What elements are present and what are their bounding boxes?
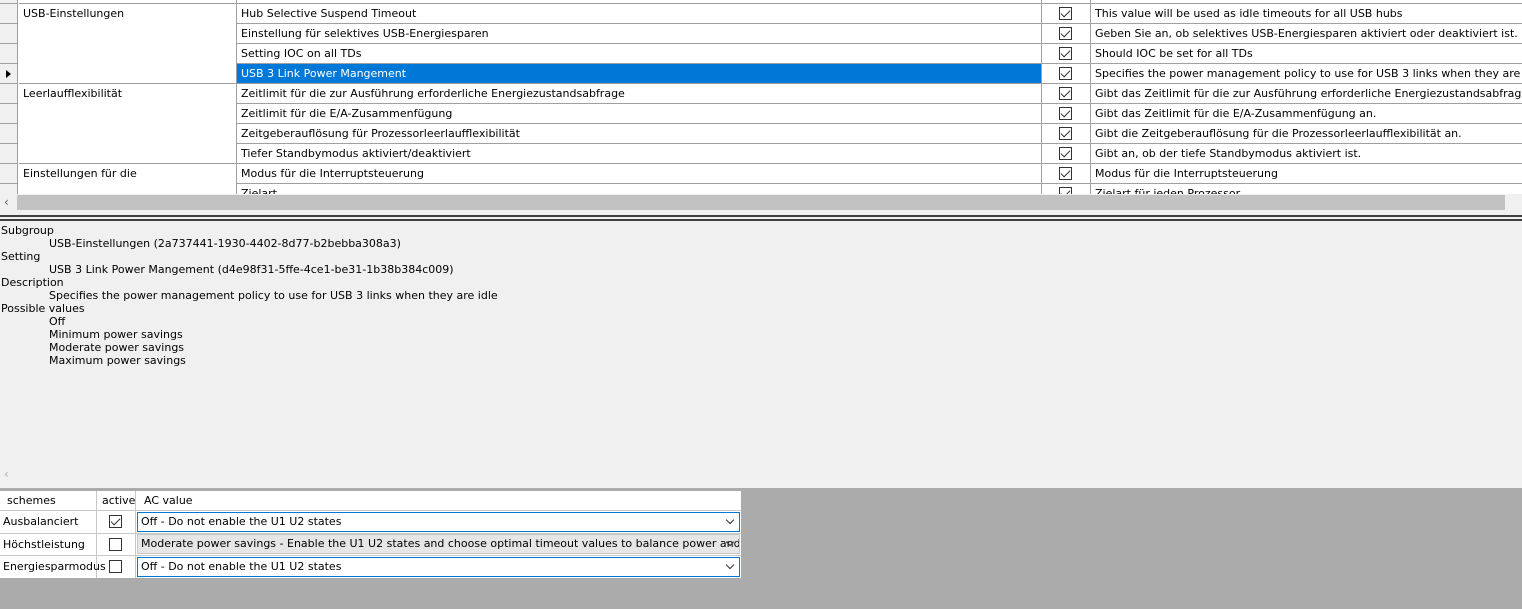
- row-header[interactable]: [0, 144, 18, 164]
- setting-checkbox[interactable]: [1059, 47, 1072, 60]
- column-header-ac-value[interactable]: AC value: [144, 491, 193, 510]
- scrollbar-thumb[interactable]: [17, 195, 1505, 210]
- details-scrollbar[interactable]: ‹: [0, 467, 1522, 485]
- row-header[interactable]: [0, 44, 18, 64]
- setting-cell[interactable]: Zielart: [237, 184, 1041, 194]
- description-cell[interactable]: Geben Sie an, ob selektives USB-Energies…: [1091, 24, 1522, 44]
- ac-value-dropdown[interactable]: Moderate power savings - Enable the U1 U…: [137, 534, 740, 554]
- subgroup-label: Subgroup: [1, 224, 54, 237]
- setting-cell-selected[interactable]: USB 3 Link Power Mangement: [237, 64, 1041, 83]
- current-row-arrow-icon: [6, 70, 11, 78]
- description-cell[interactable]: Gibt das Zeitlimit für die E/A-Zusammenf…: [1091, 104, 1522, 124]
- panel-splitter[interactable]: [0, 219, 1522, 221]
- ac-value-text: Moderate power savings - Enable the U1 U…: [141, 537, 740, 550]
- description-value: Specifies the power management policy to…: [49, 289, 498, 302]
- ac-value-dropdown[interactable]: Off - Do not enable the U1 U2 states: [137, 557, 740, 577]
- group-usb-settings[interactable]: USB-Einstellungen: [19, 0, 236, 28]
- scheme-name: Energiesparmodus: [3, 560, 106, 573]
- scroll-left-icon[interactable]: ‹: [4, 467, 9, 481]
- details-panel: Subgroup USB-Einstellungen (2a737441-193…: [0, 222, 1522, 467]
- group-idle-flexibility[interactable]: Leerlaufflexibilität: [19, 80, 236, 108]
- row-header[interactable]: [0, 104, 18, 124]
- possible-values-label: Possible values: [1, 302, 85, 315]
- column-header-schemes[interactable]: schemes: [7, 491, 56, 510]
- schemes-area: schemes active AC value Ausbalanciert Of…: [0, 488, 1522, 609]
- ac-value-text: Off - Do not enable the U1 U2 states: [141, 560, 342, 573]
- row-header[interactable]: [0, 124, 18, 144]
- row-header[interactable]: [0, 24, 18, 44]
- settings-grid: USB-Einstellungen Leerlaufflexibilität E…: [0, 0, 1522, 194]
- chevron-down-icon[interactable]: [725, 560, 735, 570]
- description-cell[interactable]: Zielart für jeden Prozessor: [1091, 184, 1522, 194]
- setting-checkbox[interactable]: [1059, 167, 1072, 180]
- panel-splitter[interactable]: [0, 215, 1522, 217]
- scheme-row[interactable]: Höchstleistung Moderate power savings - …: [0, 534, 741, 556]
- ac-value-text: Off - Do not enable the U1 U2 states: [141, 515, 342, 528]
- chevron-down-icon[interactable]: [725, 515, 735, 525]
- setting-cell[interactable]: Zeitgeberauflösung für Prozessorleerlauf…: [237, 124, 1041, 144]
- setting-cell[interactable]: Modus für die Interruptsteuerung: [237, 164, 1041, 184]
- scheme-row[interactable]: Ausbalanciert Off - Do not enable the U1…: [0, 511, 741, 533]
- setting-cell[interactable]: Zeitlimit für die E/A-Zusammenfügung: [237, 104, 1041, 124]
- description-label: Description: [1, 276, 64, 289]
- description-cell[interactable]: Gibt das Zeitlimit für die zur Ausführun…: [1091, 84, 1522, 104]
- setting-checkbox[interactable]: [1059, 127, 1072, 140]
- scheme-active-checkbox[interactable]: [109, 538, 122, 551]
- possible-value: Maximum power savings: [49, 354, 186, 367]
- possible-value: Off: [49, 315, 66, 328]
- row-header-current[interactable]: [0, 64, 18, 84]
- scheme-name: Höchstleistung: [3, 538, 85, 551]
- description-cell[interactable]: Gibt die Zeitgeberauflösung für die Proz…: [1091, 124, 1522, 144]
- setting-cell[interactable]: Setting IOC on all TDs: [237, 44, 1041, 64]
- description-cell[interactable]: Should IOC be set for all TDs: [1091, 44, 1522, 64]
- description-cell[interactable]: Specifies the power management policy to…: [1091, 64, 1522, 84]
- setting-value: USB 3 Link Power Mangement (d4e98f31-5ff…: [49, 263, 454, 276]
- setting-cell[interactable]: Zeitlimit für die zur Ausführung erforde…: [237, 84, 1041, 104]
- row-header[interactable]: [0, 164, 18, 184]
- setting-checkbox[interactable]: [1059, 147, 1072, 160]
- setting-cell[interactable]: Tiefer Standbymodus aktiviert/deaktivier…: [237, 144, 1041, 164]
- scroll-left-icon[interactable]: ‹: [4, 195, 9, 209]
- setting-checkbox[interactable]: [1059, 27, 1072, 40]
- group-interrupt-settings[interactable]: Einstellungen für die Interruptsteuerung: [19, 160, 236, 194]
- scheme-name: Ausbalanciert: [3, 515, 79, 528]
- description-cell[interactable]: Modus für die Interruptsteuerung: [1091, 164, 1522, 184]
- setting-checkbox[interactable]: [1059, 7, 1072, 20]
- ac-value-dropdown[interactable]: Off - Do not enable the U1 U2 states: [137, 512, 740, 532]
- setting-checkbox[interactable]: [1059, 67, 1072, 80]
- possible-value: Moderate power savings: [49, 341, 185, 354]
- setting-checkbox[interactable]: [1059, 107, 1072, 120]
- row-header: [0, 0, 18, 4]
- row-header[interactable]: [0, 184, 18, 194]
- possible-value: Minimum power savings: [49, 328, 183, 341]
- setting-label: Setting: [1, 250, 41, 263]
- row-header[interactable]: [0, 84, 18, 104]
- scheme-active-checkbox[interactable]: [109, 560, 122, 573]
- column-header-active[interactable]: active: [102, 491, 135, 510]
- setting-cell[interactable]: Einstellung für selektives USB-Energiesp…: [237, 24, 1041, 44]
- scheme-row[interactable]: Energiesparmodus Off - Do not enable the…: [0, 556, 741, 578]
- setting-checkbox[interactable]: [1059, 87, 1072, 100]
- subgroup-value: USB-Einstellungen (2a737441-1930-4402-8d…: [49, 237, 401, 250]
- scheme-active-checkbox[interactable]: [109, 515, 122, 528]
- description-cell[interactable]: Gibt an, ob der tiefe Standbymodus aktiv…: [1091, 144, 1522, 164]
- row-header[interactable]: [0, 4, 18, 24]
- grid-horizontal-scrollbar[interactable]: ‹: [0, 194, 1522, 211]
- setting-checkbox[interactable]: [1059, 187, 1072, 194]
- setting-cell[interactable]: Hub Selective Suspend Timeout: [237, 4, 1041, 24]
- schemes-table: schemes active AC value Ausbalanciert Of…: [0, 491, 741, 578]
- description-cell[interactable]: This value will be used as idle timeouts…: [1091, 4, 1522, 24]
